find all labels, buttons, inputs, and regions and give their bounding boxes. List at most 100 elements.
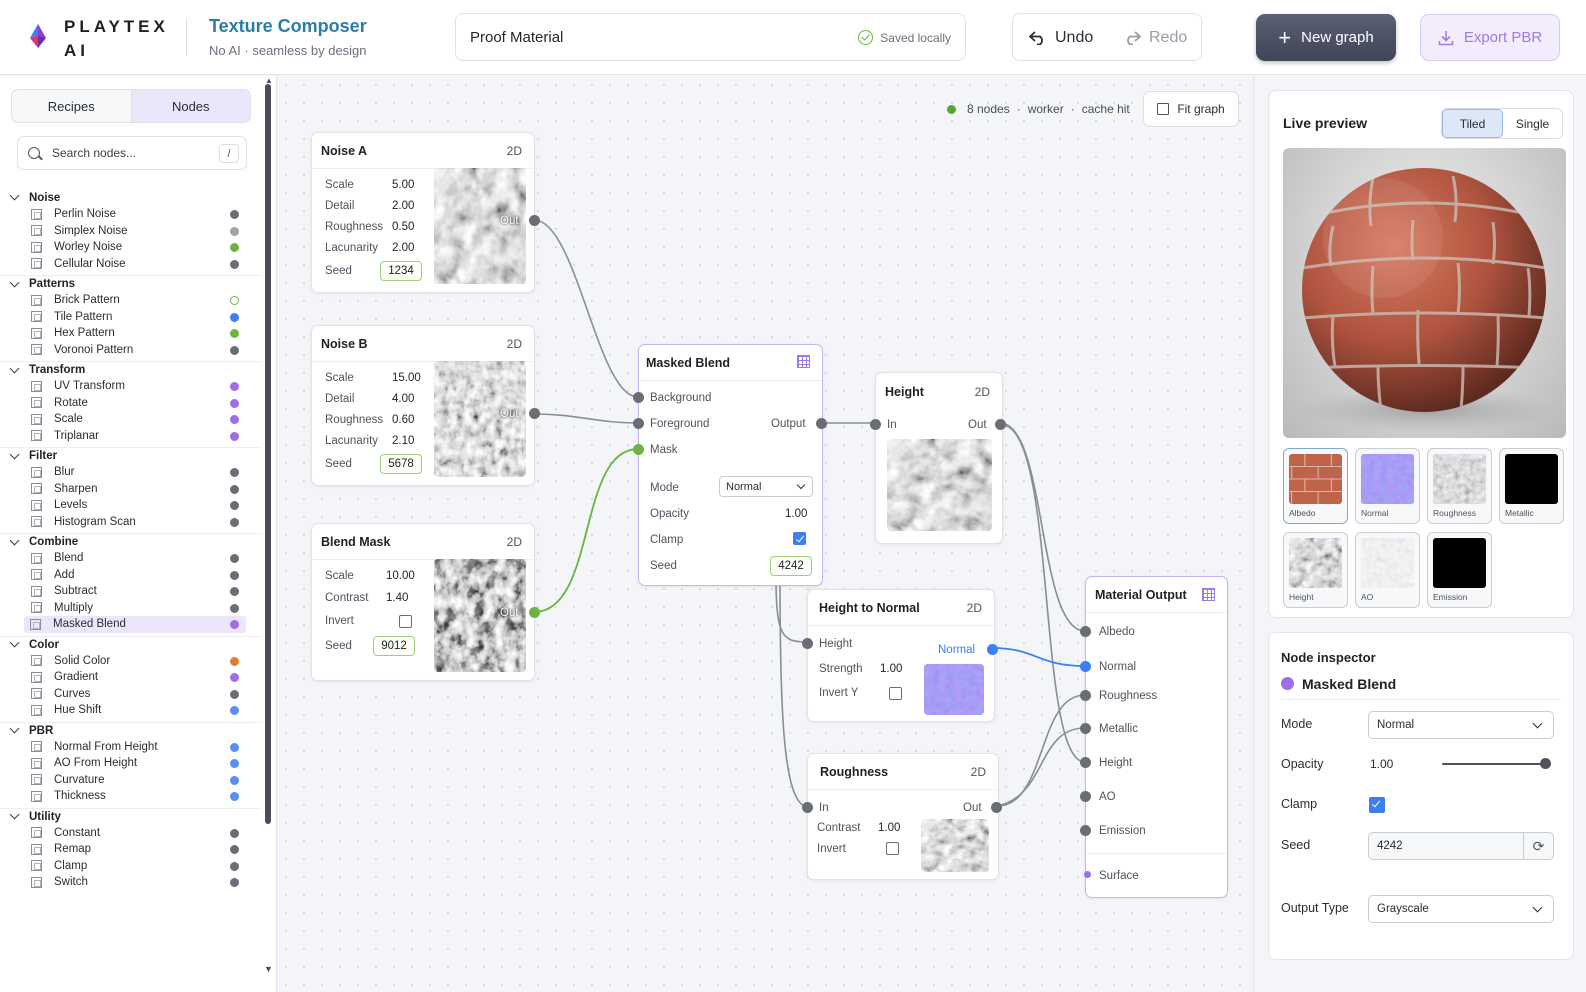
node-library-item[interactable]: Brick Pattern [0, 292, 262, 309]
map-thumbnail-ao[interactable]: AO [1355, 532, 1420, 608]
surface-port[interactable] [1084, 871, 1091, 878]
invert-checkbox[interactable] [886, 842, 899, 855]
node-library-item[interactable]: Switch [0, 874, 262, 891]
node-library-item[interactable]: Scale [0, 411, 262, 428]
input-port-emission[interactable] [1080, 825, 1091, 836]
node-library-item[interactable]: Clamp [0, 858, 262, 875]
output-port[interactable] [529, 607, 540, 618]
grid-icon[interactable] [797, 355, 810, 368]
output-port[interactable] [529, 408, 540, 419]
category-header-combine[interactable]: Combine [0, 533, 262, 550]
new-graph-button[interactable]: + New graph [1256, 14, 1396, 61]
input-port-height[interactable] [1080, 757, 1091, 768]
node-library-item[interactable]: Multiply [0, 600, 262, 617]
material-preview-sphere[interactable] [1283, 148, 1566, 438]
undo-button[interactable]: Undo [1029, 26, 1093, 50]
mode-single-button[interactable]: Single [1503, 109, 1562, 138]
param-value[interactable]: 1.40 [386, 592, 408, 604]
fit-graph-button[interactable]: Fit graph [1143, 91, 1239, 127]
node-library-item[interactable]: Gradient [0, 669, 262, 686]
param-value[interactable]: 0.50 [392, 221, 414, 233]
node-library-item[interactable]: Add [0, 567, 262, 584]
node-library-item[interactable]: Triplanar [0, 428, 262, 445]
map-thumbnail-albedo[interactable]: Albedo [1283, 448, 1348, 524]
param-value[interactable]: 5.00 [392, 179, 414, 191]
node-library-item[interactable]: Histogram Scan [0, 514, 262, 531]
input-port-roughness[interactable] [1080, 690, 1091, 701]
node-library-item[interactable]: Rotate [0, 395, 262, 412]
node-library-item[interactable]: Simplex Noise [0, 223, 262, 240]
node-noise-b[interactable]: Noise B 2D Scale 15.00 Detail 4.00 Rough… [311, 325, 540, 486]
invert-y-checkbox[interactable] [889, 687, 902, 700]
mode-tiled-button[interactable]: Tiled [1442, 109, 1503, 138]
redo-button[interactable]: Redo [1123, 26, 1187, 50]
clamp-checkbox[interactable] [793, 532, 806, 545]
document-name-field[interactable]: Proof Material Saved locally [455, 13, 966, 61]
node-library-item[interactable]: Hex Pattern [0, 325, 262, 342]
node-library-item[interactable]: Thickness [0, 788, 262, 805]
node-masked-blend[interactable]: Masked Blend Background Foreground Mask … [633, 344, 827, 586]
output-port[interactable] [529, 215, 540, 226]
input-port[interactable] [802, 638, 813, 649]
param-value[interactable]: 10.00 [386, 570, 415, 582]
node-library-item[interactable]: Curvature [0, 772, 262, 789]
node-roughness[interactable]: Roughness 2D In Out Contrast 1.00 Invert [802, 753, 1002, 880]
mode-select[interactable]: Normal [1368, 711, 1554, 739]
node-blend-mask[interactable]: Blend Mask 2D Scale 10.00 Contrast 1.40 … [311, 523, 540, 681]
node-library-item[interactable]: Blur [0, 464, 262, 481]
node-library-item[interactable]: Subtract [0, 583, 262, 600]
seed-input[interactable]: 1234 [380, 261, 422, 281]
graph-canvas[interactable]: 8 nodes · worker · cache hit Fit graph N… [277, 76, 1253, 992]
refresh-icon[interactable]: ⟳ [1523, 833, 1553, 859]
seed-input[interactable]: 4242 ⟳ [1368, 832, 1554, 860]
node-noise-a[interactable]: Noise A 2D Scale 5.00 Detail 2.00 Roughn… [311, 132, 540, 293]
node-height-to-normal[interactable]: Height to Normal 2D Height Normal Streng… [802, 589, 998, 722]
node-library-item[interactable]: Remap [0, 841, 262, 858]
search-input[interactable] [52, 146, 212, 160]
strength-value[interactable]: 1.00 [880, 663, 902, 675]
node-library-item[interactable]: Normal From Height [0, 739, 262, 756]
category-header-filter[interactable]: Filter [0, 447, 262, 464]
seed-input[interactable]: 4242 [770, 556, 812, 576]
map-thumbnail-emission[interactable]: Emission [1427, 532, 1492, 608]
param-value[interactable]: 2.00 [392, 200, 414, 212]
output-port[interactable] [987, 644, 998, 655]
category-header-noise[interactable]: Noise [0, 189, 262, 206]
input-port[interactable] [802, 802, 813, 813]
category-header-color[interactable]: Color [0, 635, 262, 653]
mode-select[interactable]: Normal [719, 476, 813, 497]
node-library-item[interactable]: Masked Blend [24, 616, 246, 633]
param-value[interactable]: 2.00 [392, 242, 414, 254]
output-port[interactable] [991, 802, 1002, 813]
category-header-transform[interactable]: Transform [0, 361, 262, 378]
map-thumbnail-height[interactable]: Height [1283, 532, 1348, 608]
grid-icon[interactable] [1202, 588, 1215, 601]
node-library-item[interactable]: Sharpen [0, 481, 262, 498]
param-value[interactable]: 2.10 [392, 435, 414, 447]
input-port-albedo[interactable] [1080, 626, 1091, 637]
node-library-item[interactable]: UV Transform [0, 378, 262, 395]
category-header-patterns[interactable]: Patterns [0, 275, 262, 292]
node-library-item[interactable]: Constant [0, 825, 262, 842]
node-library-item[interactable]: AO From Height [0, 755, 262, 772]
node-library-item[interactable]: Solid Color [0, 653, 262, 670]
node-library-item[interactable]: Levels [0, 497, 262, 514]
document-name[interactable]: Proof Material [470, 29, 563, 46]
clamp-checkbox[interactable] [1369, 797, 1385, 813]
opacity-slider-track[interactable] [1442, 763, 1545, 765]
input-port-ao[interactable] [1080, 791, 1091, 802]
input-port-foreground[interactable] [633, 418, 644, 429]
node-library-item[interactable]: Perlin Noise [0, 206, 262, 223]
input-port-background[interactable] [633, 392, 644, 403]
map-thumbnail-normal[interactable]: Normal [1355, 448, 1420, 524]
node-library-item[interactable]: Worley Noise [0, 239, 262, 256]
input-port-mask[interactable] [633, 444, 644, 455]
tab-nodes[interactable]: Nodes [130, 90, 250, 122]
sidebar-scrollbar[interactable] [265, 84, 271, 824]
node-library-item[interactable]: Cellular Noise [0, 256, 262, 273]
input-port-metallic[interactable] [1080, 723, 1091, 734]
node-library-item[interactable]: Tile Pattern [0, 309, 262, 326]
category-header-utility[interactable]: Utility [0, 807, 262, 825]
param-value[interactable]: 0.60 [392, 414, 414, 426]
output-type-select[interactable]: Grayscale [1368, 895, 1554, 923]
